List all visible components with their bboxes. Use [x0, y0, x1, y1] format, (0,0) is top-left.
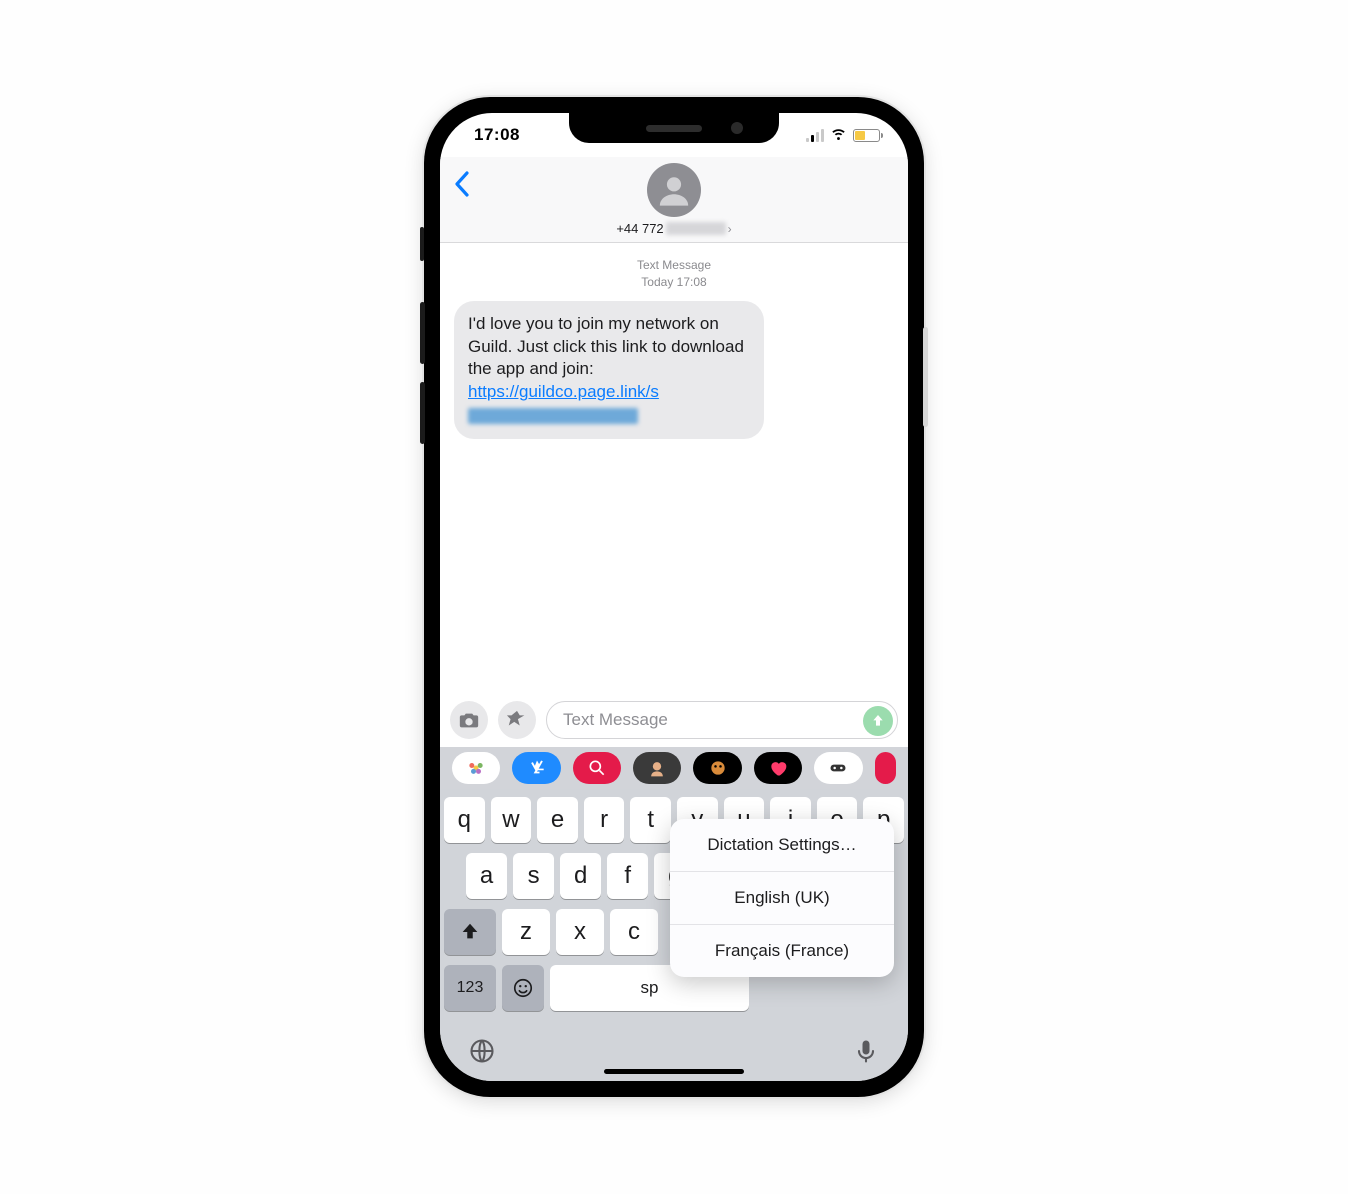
wifi-icon	[830, 124, 847, 146]
cell-signal-icon	[806, 129, 824, 142]
key-t[interactable]: t	[630, 797, 671, 843]
mute-switch[interactable]	[420, 227, 424, 261]
key-c[interactable]: c	[610, 909, 658, 955]
animoji-app-chip[interactable]	[693, 752, 741, 784]
key-q[interactable]: q	[444, 797, 485, 843]
more-app-chip[interactable]	[875, 752, 897, 784]
dictation-lang-english-uk[interactable]: English (UK)	[670, 871, 894, 924]
camera-button[interactable]	[450, 701, 488, 739]
dictation-language-popup: Dictation Settings… English (UK) Françai…	[670, 819, 894, 977]
link-redacted	[468, 408, 638, 424]
message-input[interactable]: Text Message	[546, 701, 898, 739]
dictation-settings-item[interactable]: Dictation Settings…	[670, 819, 894, 871]
thread-timestamp: Today 17:08	[454, 274, 894, 291]
incoming-message-bubble[interactable]: I'd love you to join my network on Guild…	[454, 301, 764, 440]
app-store-button[interactable]	[498, 701, 536, 739]
emoji-key[interactable]	[502, 965, 544, 1011]
battery-icon	[853, 129, 880, 142]
key-z[interactable]: z	[502, 909, 550, 955]
power-button[interactable]	[923, 327, 928, 427]
dictation-lang-francais-france[interactable]: Français (France)	[670, 924, 894, 977]
contact-number[interactable]: +44 772	[616, 221, 663, 236]
microphone-icon[interactable]	[852, 1037, 880, 1070]
key-w[interactable]: w	[491, 797, 532, 843]
keyboard: q w e r t y u i o p a s d f g	[440, 789, 908, 1025]
compose-bar: Text Message	[440, 695, 908, 747]
key-d[interactable]: d	[560, 853, 601, 899]
speaker-grille	[646, 125, 702, 132]
shift-key[interactable]	[444, 909, 496, 955]
message-text: I'd love you to join my network on Guild…	[468, 314, 744, 379]
contact-avatar[interactable]	[647, 163, 701, 217]
appstore-app-chip[interactable]	[512, 752, 560, 784]
home-indicator[interactable]	[604, 1069, 744, 1074]
key-e[interactable]: e	[537, 797, 578, 843]
key-a[interactable]: a	[466, 853, 507, 899]
chevron-right-icon: ›	[728, 222, 732, 236]
message-link[interactable]: https://guildco.page.link/s	[468, 382, 659, 401]
thread-metadata: Text Message Today 17:08	[454, 257, 894, 291]
conversation-header: +44 772 ›	[440, 157, 908, 243]
back-button[interactable]	[454, 171, 470, 205]
front-camera	[731, 122, 743, 134]
volume-up-button[interactable]	[420, 302, 425, 364]
phone-frame: 17:08 +44 772 ›	[424, 97, 924, 1097]
thread-label: Text Message	[454, 257, 894, 274]
clock: 17:08	[474, 125, 520, 145]
search-app-chip[interactable]	[573, 752, 621, 784]
hearts-app-chip[interactable]	[754, 752, 802, 784]
screen: 17:08 +44 772 ›	[440, 113, 908, 1081]
globe-icon[interactable]	[468, 1037, 496, 1070]
memoji-app-chip[interactable]	[633, 752, 681, 784]
send-button[interactable]	[863, 706, 893, 736]
key-r[interactable]: r	[584, 797, 625, 843]
message-thread[interactable]: Text Message Today 17:08 I'd love you to…	[440, 243, 908, 695]
message-placeholder: Text Message	[563, 710, 668, 730]
imessage-app-strip[interactable]	[440, 747, 908, 789]
notch	[569, 113, 779, 143]
key-s[interactable]: s	[513, 853, 554, 899]
contact-number-redacted	[666, 222, 726, 235]
key-f[interactable]: f	[607, 853, 648, 899]
numbers-key[interactable]: 123	[444, 965, 496, 1011]
key-x[interactable]: x	[556, 909, 604, 955]
photos-app-chip[interactable]	[452, 752, 500, 784]
volume-down-button[interactable]	[420, 382, 425, 444]
gamecontroller-app-chip[interactable]	[814, 752, 862, 784]
